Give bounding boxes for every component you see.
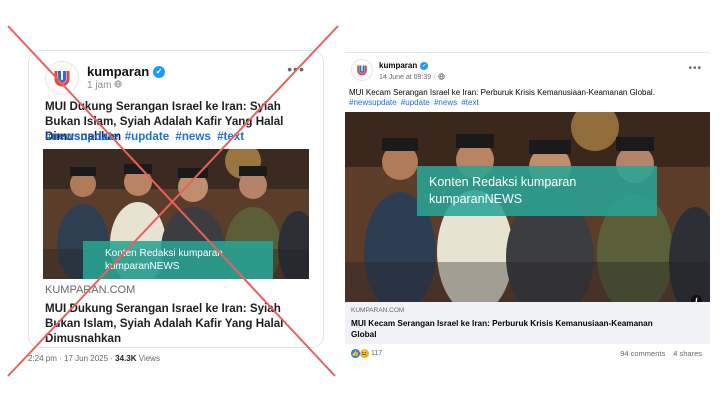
post-image[interactable]: Konten Redaksi kumparan kumparanNEWS bbox=[345, 112, 710, 302]
reactions[interactable]: 👍 😆 117 bbox=[351, 349, 382, 358]
link-domain[interactable]: KUMPARAN.COM bbox=[351, 307, 404, 314]
link-domain[interactable]: KUMPARAN.COM bbox=[45, 284, 135, 296]
hashtag[interactable]: #news bbox=[175, 130, 210, 143]
kumparan-logo-icon[interactable] bbox=[351, 59, 373, 81]
verified-icon: ✓ bbox=[420, 61, 429, 70]
account-name[interactable]: kumparan ✓ bbox=[87, 64, 166, 79]
hashtag[interactable]: #newsupdate bbox=[349, 98, 397, 107]
footer-time[interactable]: 2:24 pm · 17 Jun 2025 · bbox=[28, 354, 115, 363]
fake-post-card: kumparan ✓ 1 jam ••• MUI Dukung Serangan… bbox=[28, 50, 324, 348]
hashtag[interactable]: #newsupdate bbox=[45, 130, 118, 143]
footer-views-label: Views bbox=[136, 354, 160, 363]
globe-icon bbox=[114, 80, 123, 91]
comments-count[interactable]: 94 comments bbox=[620, 349, 665, 358]
post-image[interactable]: Konten Redaksi kumparan kumparanNEWS bbox=[43, 149, 309, 279]
verified-icon: ✓ bbox=[153, 65, 166, 78]
overlay-line-2: kumparanNEWS bbox=[105, 261, 180, 272]
account-name[interactable]: kumparan ✓ bbox=[379, 61, 429, 70]
globe-icon bbox=[438, 73, 446, 82]
post-footer: 2:24 pm · 17 Jun 2025 · 34.3K Views bbox=[28, 354, 160, 363]
link-title[interactable]: MUI Dukung Serangan Israel ke Iran: Syia… bbox=[45, 301, 315, 346]
post-time[interactable]: 14 June at 09:39 · bbox=[379, 73, 446, 82]
overlay-line-1: Konten Redaksi kumparan bbox=[429, 175, 577, 189]
post-text: MUI Kecam Serangan Israel ke Iran: Perbu… bbox=[349, 88, 655, 97]
account-name-text[interactable]: kumparan bbox=[379, 61, 417, 70]
hashtag[interactable]: #text bbox=[217, 130, 244, 143]
watermark-overlay: Konten Redaksi kumparan kumparanNEWS bbox=[83, 241, 273, 279]
haha-reaction-icon: 😆 bbox=[360, 349, 369, 358]
overlay-line-2: kumparanNEWS bbox=[429, 192, 523, 206]
post-time[interactable]: 1 jam bbox=[87, 80, 123, 91]
watermark-overlay: Konten Redaksi kumparan kumparanNEWS bbox=[417, 166, 657, 216]
shares-count[interactable]: 4 shares bbox=[673, 349, 702, 358]
reactions-count[interactable]: 117 bbox=[371, 350, 382, 357]
more-icon[interactable]: ••• bbox=[688, 63, 702, 74]
kumparan-logo-icon[interactable] bbox=[45, 61, 79, 95]
hashtag[interactable]: #text bbox=[461, 98, 478, 107]
engagement-stats: 94 comments 4 shares bbox=[620, 349, 702, 358]
link-preview[interactable]: KUMPARAN.COM MUI Kecam Serangan Israel k… bbox=[345, 302, 710, 344]
hashtag-list: #newsupdate #update #news #text bbox=[45, 130, 247, 143]
like-reaction-icon: 👍 bbox=[351, 349, 360, 358]
real-post-card: kumparan ✓ 14 June at 09:39 · ••• MUI Ke… bbox=[345, 52, 710, 370]
hashtag[interactable]: #update bbox=[125, 130, 169, 143]
account-name-text[interactable]: kumparan bbox=[87, 64, 149, 79]
footer-views: 34.3K bbox=[115, 354, 137, 363]
link-title[interactable]: MUI Kecam Serangan Israel ke Iran: Perbu… bbox=[351, 318, 671, 340]
post-time-text[interactable]: 14 June at 09:39 · bbox=[379, 74, 435, 81]
hashtag[interactable]: #news bbox=[434, 98, 457, 107]
post-time-text[interactable]: 1 jam bbox=[87, 80, 111, 91]
overlay-line-1: Konten Redaksi kumparan bbox=[105, 248, 223, 259]
hashtag-list: #newsupdate #update #news #text bbox=[349, 98, 481, 107]
more-icon[interactable]: ••• bbox=[287, 61, 305, 77]
hashtag[interactable]: #update bbox=[401, 98, 430, 107]
